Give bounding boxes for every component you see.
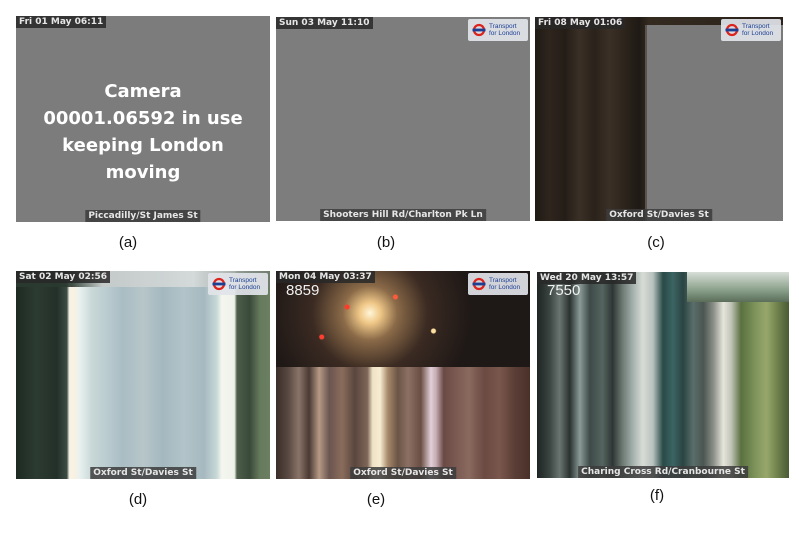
caption-b: (b)	[376, 234, 396, 251]
camera-frame-e: Mon 04 May 03:37 8859 Transport for Londo…	[276, 271, 530, 479]
timestamp: Sat 02 May 02:56	[16, 271, 111, 283]
timestamp: Fri 08 May 01:06	[535, 17, 626, 29]
caption-a: (a)	[118, 234, 138, 251]
grey-block	[645, 25, 783, 221]
location-label: Oxford St/Davies St	[350, 467, 456, 479]
caption-f: (f)	[649, 487, 665, 504]
roundel-icon	[725, 23, 739, 37]
caption-c: (c)	[647, 234, 665, 251]
camera-number: 8859	[286, 282, 320, 299]
logo-line-2: for London	[742, 30, 774, 37]
tfl-logo: Transport for London	[208, 273, 268, 295]
caption-d: (d)	[128, 491, 148, 508]
location-label: Charing Cross Rd/Cranbourne St	[578, 466, 748, 478]
corrupted-stripes	[276, 367, 530, 479]
top-scene	[687, 272, 789, 302]
logo-line-2: for London	[489, 284, 521, 291]
roundel-icon	[472, 23, 486, 37]
camera-frame-c: Fri 08 May 01:06 Transport for London Oxf…	[535, 17, 783, 221]
roundel-icon	[472, 277, 486, 291]
timestamp: Fri 01 May 06:11	[16, 16, 107, 28]
location-label: Oxford St/Davies St	[606, 209, 712, 221]
logo-line-2: for London	[229, 284, 261, 291]
logo-line-1: Transport	[489, 277, 517, 284]
logo-line-1: Transport	[489, 23, 517, 30]
camera-message: Camera 00001.06592 in use keeping London…	[43, 81, 243, 183]
tfl-logo: Transport for London	[721, 19, 781, 41]
location-label: Oxford St/Davies St	[90, 467, 196, 479]
location-label: Piccadilly/St James St	[85, 210, 201, 222]
camera-frame-a: Fri 01 May 06:11 Camera 00001.06592 in u…	[16, 16, 270, 222]
roundel-icon	[212, 277, 226, 291]
caption-e: (e)	[366, 491, 386, 508]
camera-frame-f: Wed 20 May 13:57 7550 Charing Cross Rd/C…	[537, 272, 789, 478]
camera-number: 7550	[547, 282, 581, 299]
timestamp: Sun 03 May 11:10	[276, 17, 373, 29]
logo-line-2: for London	[489, 30, 521, 37]
tfl-logo: Transport for London	[468, 273, 528, 295]
camera-frame-b: Sun 03 May 11:10 Transport for London Sho…	[276, 17, 530, 221]
corrupted-stripes	[16, 271, 270, 479]
location-label: Shooters Hill Rd/Charlton Pk Ln	[320, 209, 486, 221]
logo-line-1: Transport	[229, 277, 257, 284]
camera-frame-d: Sat 02 May 02:56 Transport for London Oxf…	[16, 271, 270, 479]
logo-line-1: Transport	[742, 23, 770, 30]
corrupted-stripes	[537, 272, 789, 478]
tfl-logo: Transport for London	[468, 19, 528, 41]
